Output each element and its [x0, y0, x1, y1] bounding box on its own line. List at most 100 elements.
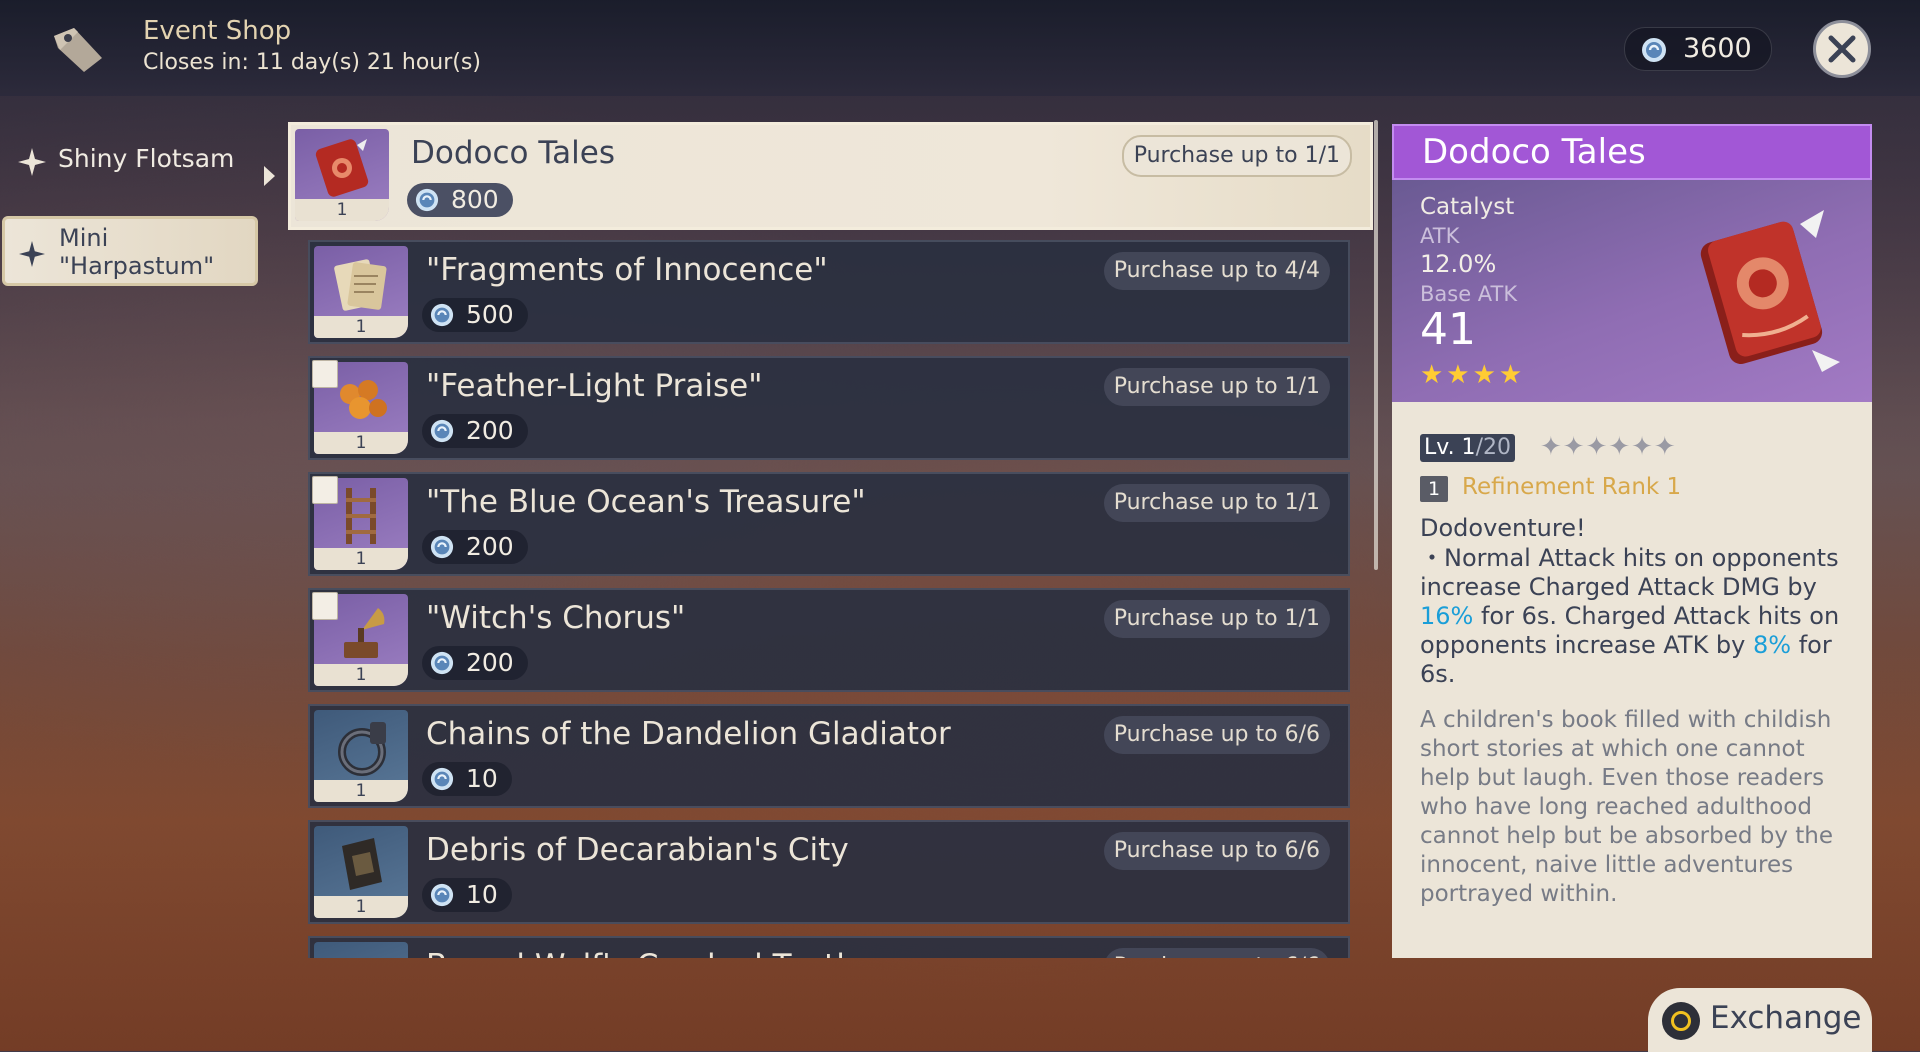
item-price-value: 200 — [466, 532, 514, 561]
furnishing-tag-icon — [312, 592, 338, 620]
shop-item-feather-light-praise[interactable]: 1 "Feather-Light Praise" Purchase up to … — [308, 356, 1350, 460]
shop-title: Event Shop — [143, 16, 292, 46]
passive-description: ・Normal Attack hits on opponents increas… — [1420, 544, 1860, 689]
item-price: 10 — [422, 762, 512, 796]
item-thumbnail: 1 — [314, 826, 408, 918]
level-cap: /20 — [1475, 435, 1511, 460]
currency-balance: 3600 — [1624, 27, 1772, 71]
sparkle-icon — [18, 148, 46, 176]
purchase-limit: Purchase up to 6/6 — [1103, 948, 1330, 958]
item-name: Debris of Decarabian's City — [426, 832, 849, 868]
detail-hero: Catalyst ATK 12.0% Base ATK 41 ★★★★ — [1392, 180, 1872, 402]
secondary-stat-label: ATK — [1420, 224, 1460, 248]
item-price-value: 500 — [466, 300, 514, 329]
purchase-limit: Purchase up to 1/1 — [1103, 368, 1330, 406]
festival-coin-icon — [1642, 38, 1666, 62]
price-tag-icon — [54, 28, 102, 72]
item-thumbnail: 1 — [314, 246, 408, 338]
weapon-level: Lv. 1/20 — [1420, 434, 1515, 462]
tab-pointer-arrow — [264, 166, 275, 186]
detail-item-name: Dodoco Tales — [1422, 132, 1646, 172]
festival-coin-icon — [415, 188, 439, 212]
item-name: Chains of the Dandelion Gladiator — [426, 716, 951, 752]
shop-item-debris-decarabians-city[interactable]: 1 Debris of Decarabian's City Purchase u… — [308, 820, 1350, 924]
tab-label: Shiny Flotsam — [58, 144, 235, 173]
item-lore: A children's book filled with childish s… — [1420, 707, 1834, 907]
item-price: 10 — [422, 878, 512, 912]
shackle-icon — [338, 722, 386, 776]
controller-button-icon — [1662, 1002, 1700, 1040]
item-name: Dodoco Tales — [411, 135, 615, 171]
item-price: 200 — [422, 646, 528, 680]
item-quantity: 1 — [314, 780, 408, 802]
stone-debris-icon — [342, 838, 382, 890]
refinement-rank: Refinement Rank 1 — [1462, 474, 1682, 500]
purchase-limit: Purchase up to 1/1 — [1103, 600, 1330, 638]
shop-item-boreal-wolfs-cracked-tooth[interactable]: Boreal Wolf's Cracked Tooth Purchase up … — [308, 936, 1350, 958]
weapon-type: Catalyst — [1420, 194, 1515, 220]
shop-item-dodoco-tales[interactable]: 1 Dodoco Tales Purchase up to 1/1 800 — [288, 122, 1373, 230]
tab-mini-harpastum[interactable]: Mini "Harpastum" — [2, 216, 258, 286]
passive-text: ・Normal Attack hits on opponents increas… — [1420, 544, 1839, 601]
refinement-badge: 1 — [1420, 476, 1448, 502]
passive-value: 16% — [1420, 602, 1474, 630]
festival-coin-icon — [430, 535, 454, 559]
item-name: "Feather-Light Praise" — [426, 368, 763, 404]
item-quantity: 1 — [295, 199, 389, 221]
shop-item-list[interactable]: 1 Dodoco Tales Purchase up to 1/1 800 1 … — [288, 122, 1378, 958]
item-name: Boreal Wolf's Cracked Tooth — [426, 948, 856, 958]
item-price: 200 — [422, 414, 528, 448]
item-quantity: 1 — [314, 316, 408, 338]
close-icon — [1828, 35, 1856, 63]
shop-item-blue-oceans-treasure[interactable]: 1 "The Blue Ocean's Treasure" Purchase u… — [308, 472, 1350, 576]
close-button[interactable] — [1813, 20, 1871, 78]
rarity-stars: ★★★★ — [1420, 360, 1526, 390]
tab-label: Mini "Harpastum" — [59, 224, 215, 280]
item-thumbnail: 1 — [314, 710, 408, 802]
festival-coin-icon — [430, 883, 454, 907]
item-name: "Witch's Chorus" — [426, 600, 686, 636]
shop-item-witchs-chorus[interactable]: 1 "Witch's Chorus" Purchase up to 1/1 20… — [308, 588, 1350, 692]
purchase-limit: Purchase up to 6/6 — [1103, 832, 1330, 870]
purchase-limit: Purchase up to 6/6 — [1103, 716, 1330, 754]
festival-coin-icon — [430, 651, 454, 675]
purchase-limit: Purchase up to 1/1 — [1103, 484, 1330, 522]
secondary-stat-value: 12.0% — [1420, 250, 1497, 278]
item-thumbnail — [314, 942, 408, 958]
shop-closing-countdown: Closes in: 11 day(s) 21 hour(s) — [143, 50, 481, 75]
paper-scrolls-icon — [334, 259, 387, 311]
base-atk-label: Base ATK — [1420, 282, 1518, 306]
detail-header: Dodoco Tales — [1392, 124, 1872, 180]
level-current: Lv. 1 — [1424, 435, 1476, 460]
item-price: 200 — [422, 530, 528, 564]
item-price: 500 — [422, 298, 528, 332]
item-quantity: 1 — [314, 432, 408, 454]
item-detail-panel: Dodoco Tales Catalyst ATK 12.0% Base ATK… — [1392, 124, 1872, 958]
festival-coin-icon — [430, 419, 454, 443]
item-price: 800 — [407, 183, 513, 217]
item-price-value: 200 — [466, 416, 514, 445]
item-quantity: 1 — [314, 548, 408, 570]
catalyst-book-icon — [315, 139, 369, 197]
list-scrollbar[interactable] — [1374, 120, 1378, 570]
item-price-value: 10 — [466, 764, 498, 793]
shop-item-fragments-of-innocence[interactable]: 1 "Fragments of Innocence" Purchase up t… — [308, 240, 1350, 344]
furnishing-tag-icon — [312, 476, 338, 504]
passive-value: 8% — [1753, 631, 1792, 659]
item-thumbnail: 1 — [295, 129, 389, 221]
currency-amount: 3600 — [1683, 33, 1752, 64]
festival-coin-icon — [430, 767, 454, 791]
sparkle-icon — [19, 241, 45, 267]
ascension-stars: ✦✦✦✦✦✦ — [1540, 432, 1677, 462]
item-name: "The Blue Ocean's Treasure" — [426, 484, 866, 520]
shop-item-chains-dandelion-gladiator[interactable]: 1 Chains of the Dandelion Gladiator Purc… — [308, 704, 1350, 808]
item-quantity: 1 — [314, 896, 408, 918]
exchange-label: Exchange — [1710, 1000, 1862, 1036]
top-bar: Event Shop Closes in: 11 day(s) 21 hour(… — [0, 0, 1920, 96]
item-price-value: 200 — [466, 648, 514, 677]
item-quantity: 1 — [314, 664, 408, 686]
item-price-value: 10 — [466, 880, 498, 909]
purchase-limit: Purchase up to 1/1 — [1121, 135, 1352, 177]
item-name: "Fragments of Innocence" — [426, 252, 828, 288]
exchange-button[interactable]: Exchange — [1648, 988, 1872, 1052]
